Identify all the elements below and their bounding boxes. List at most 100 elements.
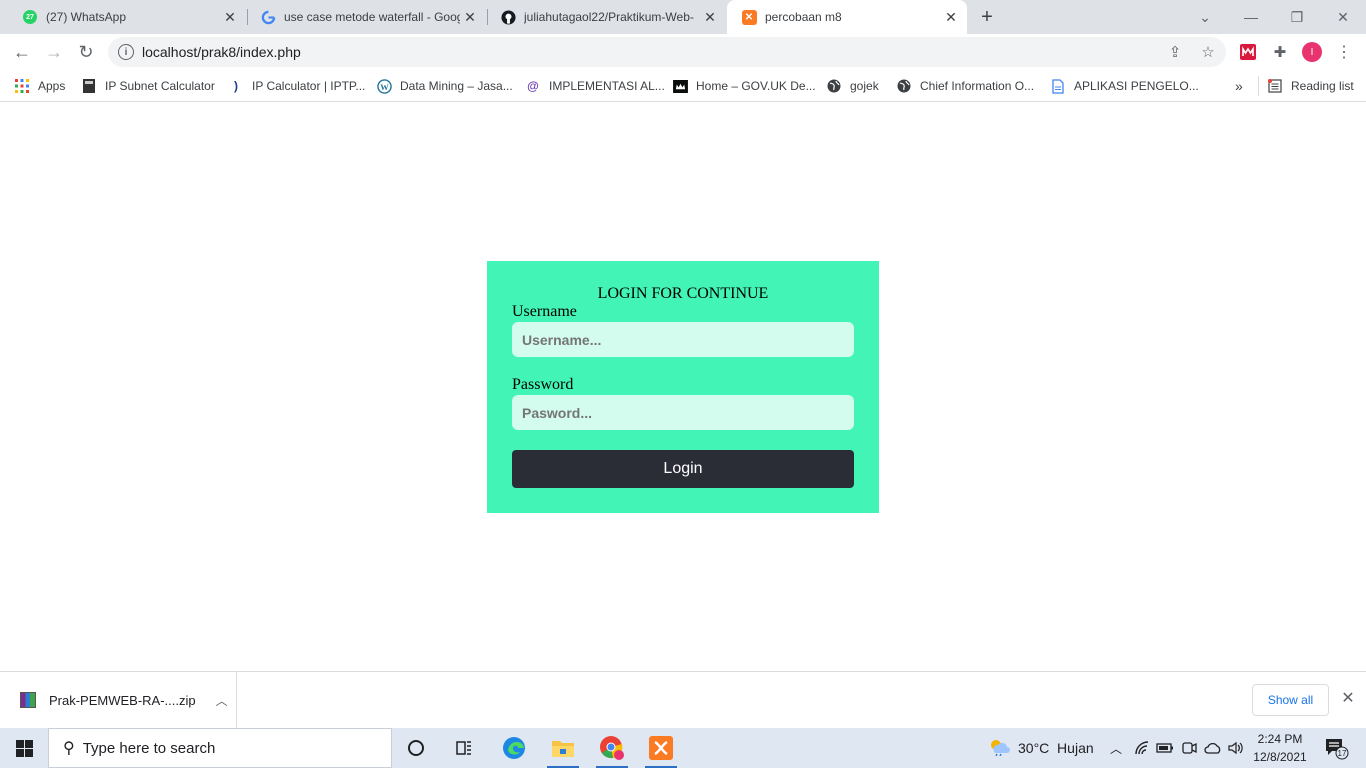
meet-now-icon[interactable] [1181,728,1197,768]
document-icon [1050,78,1066,94]
download-filename: Prak-PEMWEB-RA-....zip [49,692,196,708]
profile-avatar[interactable]: I [1302,42,1322,62]
download-shelf: Prak-PEMWEB-RA-....zip ︿ Show all ✕ [0,671,1366,728]
close-icon[interactable]: ✕ [460,7,480,27]
tab-google-search[interactable]: use case metode waterfall - Goog ✕ [246,0,486,34]
share-icon[interactable]: ⇪ [1165,42,1185,62]
download-item[interactable]: Prak-PEMWEB-RA-....zip ︿ [0,672,237,728]
apps-grid-icon [14,78,30,94]
show-hidden-icons-button[interactable]: ︿ [1110,728,1122,768]
extensions-puzzle-icon[interactable]: ✚ [1270,42,1290,62]
close-icon[interactable]: ✕ [941,7,961,27]
bookmark-label: Apps [38,79,66,93]
reading-list-icon [1267,78,1283,94]
bookmark-gojek[interactable]: gojek [826,76,879,96]
notification-center-icon[interactable]: 17 [1322,736,1350,760]
bookmark-ip-calculator[interactable]: ) IP Calculator | IPTP... [228,76,365,96]
bookmark-label: APLIKASI PENGELO... [1074,79,1199,93]
bookmarks-overflow-button[interactable]: » [1235,76,1243,96]
chevron-up-icon[interactable]: ︿ [216,692,228,709]
crown-icon [672,78,688,94]
tab-search-icon[interactable]: ⌄ [1182,0,1228,34]
github-icon [500,9,516,25]
bookmark-label: Reading list [1291,79,1354,93]
password-input[interactable] [512,395,854,430]
search-placeholder: Type here to search [82,739,216,757]
iptp-icon: ) [234,79,238,93]
file-explorer-icon[interactable] [539,728,587,768]
reload-button[interactable]: ↻ [72,38,100,66]
clock-time: 2:24 PM [1257,732,1303,746]
svg-text:W: W [380,81,389,91]
tab-title: use case metode waterfall - Goog [284,10,460,24]
tab-whatsapp[interactable]: 27 (27) WhatsApp ✕ [8,0,246,34]
tab-percobaan-m8[interactable]: ✕ percobaan m8 ✕ [727,0,967,34]
bookmarks-bar: Apps IP Subnet Calculator ) IP Calculato… [0,70,1366,102]
username-input[interactable] [512,322,854,357]
forward-button[interactable]: → [40,38,68,66]
at-sign-icon: @ [527,79,539,93]
tab-github[interactable]: juliahutagaol22/Praktikum-Web- ✕ [486,0,726,34]
extension-icon[interactable] [1238,42,1258,62]
restore-button[interactable]: ❐ [1274,0,1320,34]
network-icon[interactable] [1134,728,1150,768]
google-icon [260,9,276,25]
battery-icon[interactable] [1156,728,1174,768]
bookmark-chief-information[interactable]: Chief Information O... [896,76,1034,96]
address-bar[interactable]: i localhost/prak8/index.php ⇪ ☆ [108,37,1226,67]
wordpress-icon: W [376,78,392,94]
login-button[interactable]: Login [512,450,854,488]
calculator-icon [81,78,97,94]
bookmark-label: IMPLEMENTASI AL... [549,79,665,93]
globe-icon [826,78,842,94]
tab-title: juliahutagaol22/Praktikum-Web- [524,10,694,24]
taskbar-search-box[interactable]: ⚲ Type here to search [48,728,392,768]
windows-taskbar: ⚲ Type here to search 30°C Hujan ︿ 2:24 … [0,728,1366,768]
weather-widget[interactable]: 30°C Hujan [988,728,1094,768]
volume-icon[interactable] [1228,728,1244,768]
close-icon[interactable]: ✕ [1338,688,1358,708]
weather-text: 30°C Hujan [1018,740,1094,756]
xampp-icon[interactable] [637,728,685,768]
close-window-button[interactable]: ✕ [1320,0,1366,34]
chrome-icon[interactable] [588,728,636,768]
site-info-icon[interactable]: i [118,44,134,60]
show-all-button[interactable]: Show all [1252,684,1329,716]
menu-kebab-icon[interactable]: ⋮ [1334,42,1354,62]
minimize-button[interactable]: — [1228,0,1274,34]
whatsapp-icon: 27 [22,9,38,25]
edge-browser-icon[interactable] [490,728,538,768]
bookmark-implementasi[interactable]: @ IMPLEMENTASI AL... [525,76,665,96]
bookmark-label: IP Subnet Calculator [105,79,215,93]
weather-rain-icon [988,738,1010,759]
close-icon[interactable]: ✕ [700,7,720,27]
close-icon[interactable]: ✕ [220,7,240,27]
windows-start-icon[interactable] [0,728,48,768]
cortana-icon[interactable] [392,728,440,768]
winrar-archive-icon [20,692,36,708]
back-button[interactable]: ← [8,38,36,66]
page-content: LOGIN FOR CONTINUE Username Password Log… [0,103,1366,671]
reading-list-button[interactable]: Reading list [1258,76,1354,96]
bookmark-label: IP Calculator | IPTP... [252,79,366,93]
bookmark-gov-uk[interactable]: Home – GOV.UK De... [672,76,816,96]
tab-title: percobaan m8 [765,10,842,24]
bookmark-aplikasi-pengelo[interactable]: APLIKASI PENGELO... [1050,76,1199,96]
onedrive-icon[interactable] [1204,728,1222,768]
browser-toolbar: ← → ↻ i localhost/prak8/index.php ⇪ ☆ ✚ … [0,34,1366,70]
bookmark-label: Chief Information O... [920,79,1035,93]
task-view-icon[interactable] [440,728,488,768]
login-form: LOGIN FOR CONTINUE Username Password Log… [487,261,879,513]
bookmark-label: Home – GOV.UK De... [696,79,816,93]
bookmark-apps[interactable]: Apps [14,76,65,96]
system-clock[interactable]: 2:24 PM 12/8/2021 [1248,730,1312,766]
url-text[interactable]: localhost/prak8/index.php [142,44,301,60]
clock-date: 12/8/2021 [1253,750,1307,764]
username-label: Username [512,303,577,320]
bookmark-star-icon[interactable]: ☆ [1198,42,1218,62]
tab-strip: 27 (27) WhatsApp ✕ use case metode water… [0,0,1366,34]
bookmark-data-mining[interactable]: W Data Mining – Jasa... [376,76,513,96]
login-title: LOGIN FOR CONTINUE [597,285,769,302]
new-tab-button[interactable]: + [976,6,998,28]
bookmark-ip-subnet-calculator[interactable]: IP Subnet Calculator [81,76,215,96]
